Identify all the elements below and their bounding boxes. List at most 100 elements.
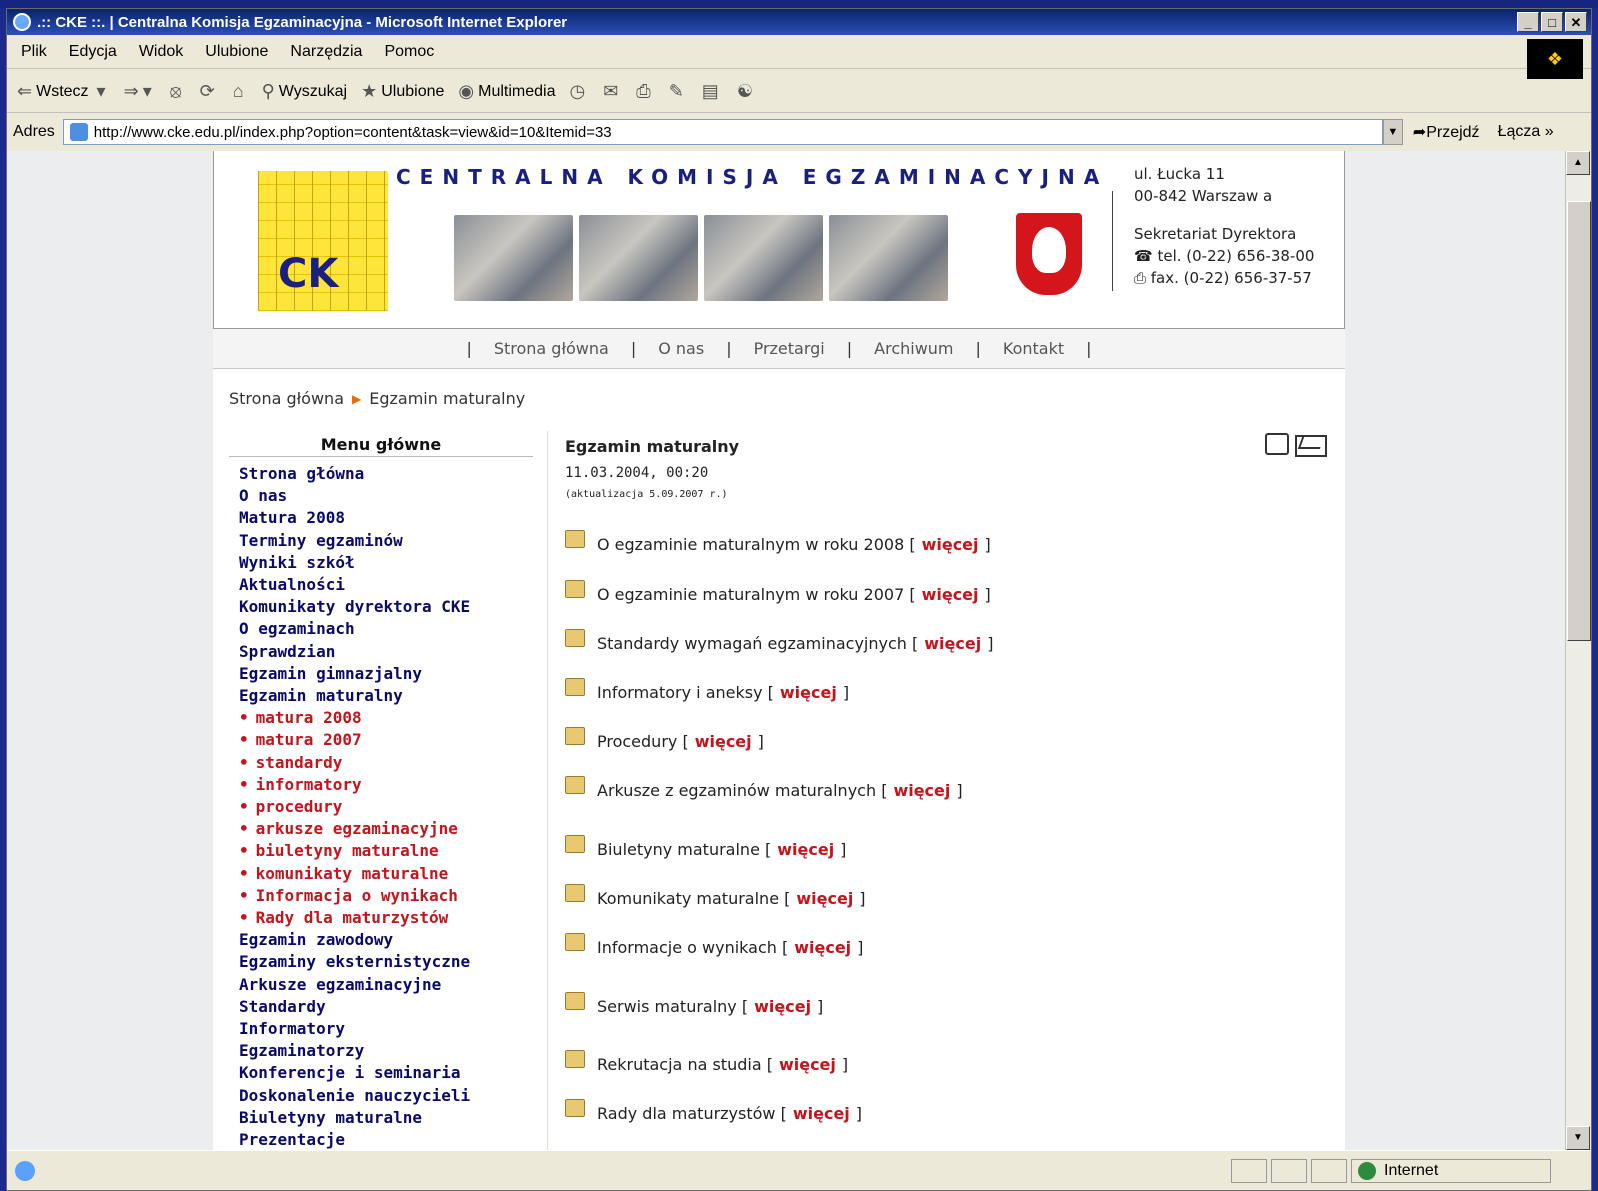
menu-subitem[interactable]: matura 2007	[239, 729, 470, 751]
menu-item[interactable]: Konferencje i seminaria	[239, 1062, 470, 1084]
menu-item[interactable]: Egzaminatorzy	[239, 1040, 470, 1062]
menu-item[interactable]: Biuletyny maturalne	[239, 1107, 470, 1129]
menu-favorites[interactable]: Ulubione	[205, 43, 268, 61]
menu-subitem[interactable]: matura 2008	[239, 707, 470, 729]
ie-icon	[13, 13, 31, 31]
menu-item[interactable]: Terminy egzaminów	[239, 530, 470, 552]
mail-icon: ✉	[603, 81, 619, 101]
bracket: [	[759, 840, 772, 859]
menu-item[interactable]: Aktualności	[239, 574, 470, 596]
home-button[interactable]: ⌂	[233, 81, 248, 102]
favorites-button[interactable]: ★ Ulubione	[361, 81, 444, 102]
url-text: http://www.cke.edu.pl/index.php?option=c…	[93, 123, 612, 141]
more-link[interactable]: więcej	[780, 683, 837, 702]
breadcrumb-home[interactable]: Strona główna	[229, 389, 344, 408]
menu-edit[interactable]: Edycja	[69, 43, 117, 61]
more-link[interactable]: więcej	[796, 889, 853, 908]
menu-subitem[interactable]: biuletyny maturalne	[239, 840, 470, 862]
more-link[interactable]: więcej	[754, 997, 811, 1016]
back-button[interactable]: ⇐ Wstecz ▾	[17, 81, 110, 102]
back-label: Wstecz	[36, 82, 89, 100]
url-input[interactable]: http://www.cke.edu.pl/index.php?option=c…	[62, 119, 1383, 145]
menu-item[interactable]: O egzaminach	[239, 618, 470, 640]
menu-subitem[interactable]: arkusze egzaminacyjne	[239, 818, 470, 840]
scroll-up-button[interactable]: ▲	[1566, 151, 1590, 175]
nav-contact[interactable]: Kontakt	[1003, 339, 1064, 358]
header-photo	[829, 215, 948, 301]
scroll-down-button[interactable]: ▼	[1566, 1126, 1590, 1150]
more-link[interactable]: więcej	[924, 634, 981, 653]
menu-item[interactable]: Arkusze egzaminacyjne	[239, 974, 470, 996]
mail-button[interactable]: ✉	[603, 81, 622, 102]
menu-item[interactable]: Sprawdzian	[239, 641, 470, 663]
cke-logo[interactable]: CK	[258, 171, 388, 311]
menu-subitem[interactable]: Informacja o wynikach	[239, 885, 470, 907]
article-link-label: Arkusze z egzaminów maturalnych	[597, 781, 877, 800]
nav-tenders[interactable]: Przetargi	[754, 339, 825, 358]
breadcrumb-arrow-icon: ▶	[352, 391, 362, 406]
menu-view[interactable]: Widok	[139, 43, 183, 61]
more-link[interactable]: więcej	[793, 1104, 850, 1123]
print-button[interactable]: ⎙	[636, 81, 654, 102]
menu-item[interactable]: Prezentacje	[239, 1129, 470, 1150]
stop-button[interactable]: ⦻	[170, 81, 186, 102]
search-button[interactable]: ⚲ Wyszukaj	[262, 81, 348, 102]
menu-file[interactable]: Plik	[21, 43, 47, 61]
refresh-button[interactable]: ⟳	[200, 81, 219, 102]
nav-about[interactable]: O nas	[658, 339, 704, 358]
menu-item[interactable]: Egzamin maturalny	[239, 685, 470, 707]
media-icon: ◉	[458, 81, 475, 101]
links-button[interactable]: Łącza »	[1498, 123, 1554, 141]
folder-icon	[565, 775, 585, 794]
menu-item[interactable]: Informatory	[239, 1018, 470, 1040]
nav-home[interactable]: Strona główna	[494, 339, 609, 358]
menu-item[interactable]: Standardy	[239, 996, 470, 1018]
more-link[interactable]: więcej	[794, 938, 851, 957]
scroll-thumb[interactable]	[1567, 201, 1591, 641]
menu-subitem[interactable]: informatory	[239, 774, 470, 796]
forward-button[interactable]: ⇒ ▾	[124, 81, 156, 102]
menu-item[interactable]: Egzaminy eksternistyczne	[239, 951, 470, 973]
menu-help[interactable]: Pomoc	[384, 43, 434, 61]
minimize-button[interactable]: _	[1517, 12, 1539, 32]
menu-subitem[interactable]: Rady dla maturzystów	[239, 907, 470, 929]
chevron-down-icon: ▾	[96, 81, 106, 101]
more-link[interactable]: więcej	[777, 840, 834, 859]
menu-item[interactable]: Strona główna	[239, 463, 470, 485]
main-menu-title: Menu główne	[229, 435, 533, 457]
menu-item[interactable]: Wyniki szkół	[239, 552, 470, 574]
nav-archive[interactable]: Archiwum	[874, 339, 953, 358]
menu-item[interactable]: Egzamin zawodowy	[239, 929, 470, 951]
menu-item[interactable]: Doskonalenie nauczycieli	[239, 1085, 470, 1107]
edit-button[interactable]: ✎	[669, 81, 688, 102]
menu-tools[interactable]: Narzędzia	[290, 43, 362, 61]
more-link[interactable]: więcej	[779, 1055, 836, 1074]
maximize-button[interactable]: □	[1541, 12, 1563, 32]
more-link[interactable]: więcej	[695, 732, 752, 751]
menu-subitem[interactable]: procedury	[239, 796, 470, 818]
email-icon[interactable]	[1295, 435, 1327, 457]
menu-subitem[interactable]: standardy	[239, 752, 470, 774]
messenger-button[interactable]: ☯	[737, 81, 757, 102]
go-button[interactable]: ➦Przejdź	[1413, 122, 1480, 142]
address-dropdown-button[interactable]: ▼	[1382, 119, 1403, 145]
menu-item[interactable]: Egzamin gimnazjalny	[239, 663, 470, 685]
bracket: [	[762, 683, 774, 702]
discuss-button[interactable]: ▤	[702, 81, 723, 102]
menu-item[interactable]: O nas	[239, 485, 470, 507]
print-icon[interactable]	[1265, 433, 1289, 455]
media-button[interactable]: ◉ Multimedia	[458, 81, 555, 102]
menu-item[interactable]: Komunikaty dyrektora CKE	[239, 596, 470, 618]
menu-subitem[interactable]: komunikaty maturalne	[239, 863, 470, 885]
close-button[interactable]: ✕	[1565, 12, 1587, 32]
more-link[interactable]: więcej	[922, 535, 979, 554]
favorites-label: Ulubione	[381, 82, 445, 100]
vertical-scrollbar[interactable]: ▲ ▼	[1565, 151, 1591, 1150]
more-link[interactable]: więcej	[893, 781, 950, 800]
bracket: ]	[840, 840, 847, 859]
history-button[interactable]: ◷	[569, 81, 589, 102]
menu-item[interactable]: Matura 2008	[239, 507, 470, 529]
more-link[interactable]: więcej	[922, 585, 979, 604]
window-title: .:: CKE ::. | Centralna Komisja Egzamina…	[37, 13, 568, 31]
status-panel	[1311, 1159, 1347, 1183]
